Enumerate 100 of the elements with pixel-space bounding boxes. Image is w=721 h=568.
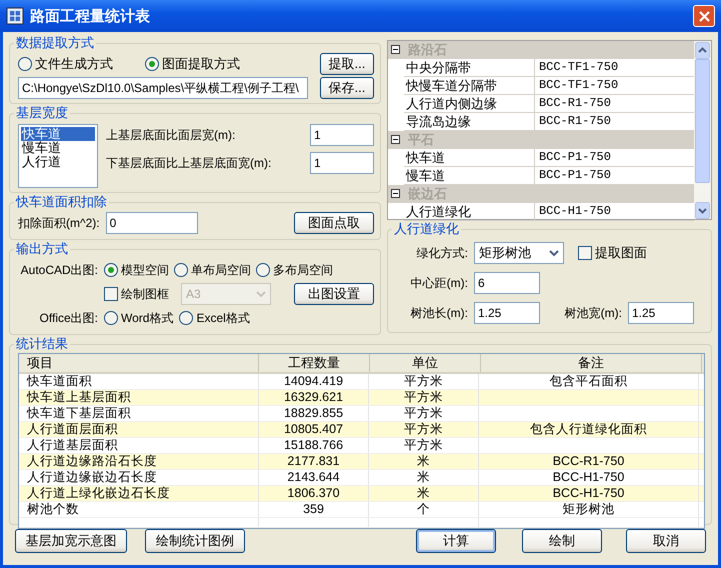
- field-label: 上基层底面比面层宽(m):: [106, 126, 236, 144]
- checkbox-option[interactable]: 绘制图框: [104, 286, 169, 302]
- group-title: 统计结果: [15, 335, 69, 353]
- action-button[interactable]: 基层加宽示意图: [15, 529, 127, 553]
- table-cell: 10805.407: [259, 422, 369, 437]
- property-value[interactable]: BCC-P1-750: [534, 167, 694, 184]
- table-cell: BCC-H1-750: [479, 470, 699, 485]
- action-button[interactable]: 绘制: [522, 529, 602, 553]
- radio-option[interactable]: Excel格式: [179, 310, 250, 326]
- table-cell: 平方米: [369, 422, 479, 437]
- input-field[interactable]: 6: [474, 272, 540, 294]
- property-value[interactable]: BCC-H1-750: [534, 203, 694, 220]
- list-item[interactable]: 慢车道: [21, 141, 95, 155]
- property-value[interactable]: BCC-TF1-750: [534, 77, 694, 94]
- radio-option[interactable]: 模型空间: [104, 262, 169, 278]
- field-label: 绿化方式:: [416, 244, 469, 262]
- table-cell: 人行道边缘路沿石长度: [19, 454, 259, 469]
- window-title: 路面工程量统计表: [30, 6, 151, 26]
- property-name[interactable]: 导流岛边缘: [404, 113, 535, 130]
- pick-button[interactable]: 图面点取: [294, 212, 374, 234]
- column-header[interactable]: 单位: [370, 354, 481, 372]
- table-cell: 平方米: [369, 406, 479, 421]
- table-cell: 包含平石面积: [479, 374, 699, 389]
- property-name[interactable]: 快车道: [404, 149, 535, 166]
- field-label: 树池宽(m):: [564, 304, 623, 322]
- column-header[interactable]: 项目: [19, 354, 259, 372]
- table-cell: 快车道下基层面积: [19, 406, 259, 421]
- table-cell: 16329.621: [259, 390, 369, 405]
- table-cell: 平方米: [369, 438, 479, 453]
- table-cell: 人行道基层面积: [19, 438, 259, 453]
- greening-dropdown[interactable]: 矩形树池: [474, 242, 564, 264]
- radio-option[interactable]: 单布局空间: [174, 262, 251, 278]
- group-title: 数据提取方式: [15, 34, 95, 52]
- table-cell: 人行道边缘嵌边石长度: [19, 470, 259, 485]
- column-header[interactable]: 备注: [481, 354, 702, 372]
- table-cell: 平方米: [369, 390, 479, 405]
- property-value[interactable]: BCC-R1-750: [534, 95, 694, 112]
- action-button[interactable]: 取消: [626, 529, 706, 553]
- property-name[interactable]: 中央分隔带: [404, 59, 535, 76]
- column-header[interactable]: 工程数量: [259, 354, 370, 372]
- field-label: 树池长(m):: [410, 304, 469, 322]
- action-button[interactable]: 绘制统计图例: [145, 529, 245, 553]
- table-cell: 人行道面层面积: [19, 422, 259, 437]
- input-field[interactable]: 1.25: [628, 302, 694, 324]
- table-cell: 18829.855: [259, 406, 369, 421]
- table-cell: 包含人行道绿化面积: [479, 422, 699, 437]
- table-cell: 2177.831: [259, 454, 369, 469]
- input-field[interactable]: 1: [310, 124, 374, 146]
- input-field[interactable]: 1: [310, 152, 374, 174]
- table-cell: 矩形树池: [479, 502, 699, 517]
- table-row[interactable]: 树池个数 359 个 矩形树池: [19, 502, 704, 518]
- save-button[interactable]: 保存...: [320, 77, 374, 99]
- group-title: 基层宽度: [15, 104, 69, 122]
- group-title: 快车道面积扣除: [14, 193, 108, 211]
- action-button[interactable]: 计算: [416, 529, 496, 553]
- property-name[interactable]: 人行道绿化: [404, 203, 535, 220]
- group-title: 人行道绿化: [392, 220, 460, 238]
- table-cell: BCC-H1-750: [479, 486, 699, 501]
- table-cell: 平方米: [369, 374, 479, 389]
- property-name[interactable]: 慢车道: [404, 167, 535, 184]
- property-name[interactable]: 快慢车道分隔带: [404, 77, 535, 94]
- radio-option[interactable]: 多布局空间: [256, 262, 333, 278]
- list-item[interactable]: 快车道: [21, 127, 95, 141]
- field-label: AutoCAD出图:: [20, 262, 99, 278]
- field-label: 中心距(m):: [410, 274, 469, 292]
- field-label: Office出图:: [38, 310, 99, 326]
- field-label: 扣除面积(m^2):: [18, 214, 100, 232]
- table-cell: 人行道上绿化嵌边石长度: [19, 486, 259, 501]
- field-label: 下基层底面比上基层底面宽(m):: [106, 154, 272, 172]
- path-field[interactable]: C:\Hongye\SzDl10.0\Samples\平纵横工程\例子工程\: [18, 77, 308, 99]
- table-cell: 米: [369, 470, 479, 485]
- table-row[interactable]: 快车道上基层面积 16329.621 平方米: [19, 390, 704, 406]
- list-item[interactable]: 人行道: [21, 155, 95, 169]
- table-cell: 快车道上基层面积: [19, 390, 259, 405]
- table-cell: 树池个数: [19, 502, 259, 517]
- table-cell: 15188.766: [259, 438, 369, 453]
- table-cell: 米: [369, 454, 479, 469]
- property-value[interactable]: BCC-R1-750: [534, 113, 694, 130]
- table-cell: 2143.644: [259, 470, 369, 485]
- table-cell: 359: [259, 502, 369, 517]
- table-row[interactable]: 人行道边缘路沿石长度 2177.831 米 BCC-R1-750: [19, 454, 704, 470]
- group-title: 输出方式: [15, 240, 69, 258]
- table-cell: 14094.419: [259, 374, 369, 389]
- radio-option[interactable]: 图面提取方式: [145, 55, 240, 73]
- table-row[interactable]: 人行道上绿化嵌边石长度 1806.370 米 BCC-H1-750: [19, 486, 704, 502]
- property-value[interactable]: BCC-TF1-750: [534, 59, 694, 76]
- table-cell: 1806.370: [259, 486, 369, 501]
- table-cell: 个: [369, 502, 479, 517]
- plot-settings-button[interactable]: 出图设置: [294, 283, 374, 305]
- extract-button[interactable]: 提取...: [320, 53, 374, 75]
- property-name[interactable]: 人行道内侧边缘: [404, 95, 535, 112]
- table-cell: 米: [369, 486, 479, 501]
- table-row[interactable]: 人行道面层面积 10805.407 平方米 包含人行道绿化面积: [19, 422, 704, 438]
- checkbox-option[interactable]: 提取图面: [578, 244, 647, 262]
- radio-option[interactable]: 文件生成方式: [18, 55, 113, 73]
- radio-option[interactable]: Word格式: [104, 310, 174, 326]
- input-field[interactable]: 1.25: [474, 302, 540, 324]
- area-field[interactable]: 0: [106, 212, 198, 234]
- property-value[interactable]: BCC-P1-750: [534, 149, 694, 166]
- table-cell: BCC-R1-750: [479, 454, 699, 469]
